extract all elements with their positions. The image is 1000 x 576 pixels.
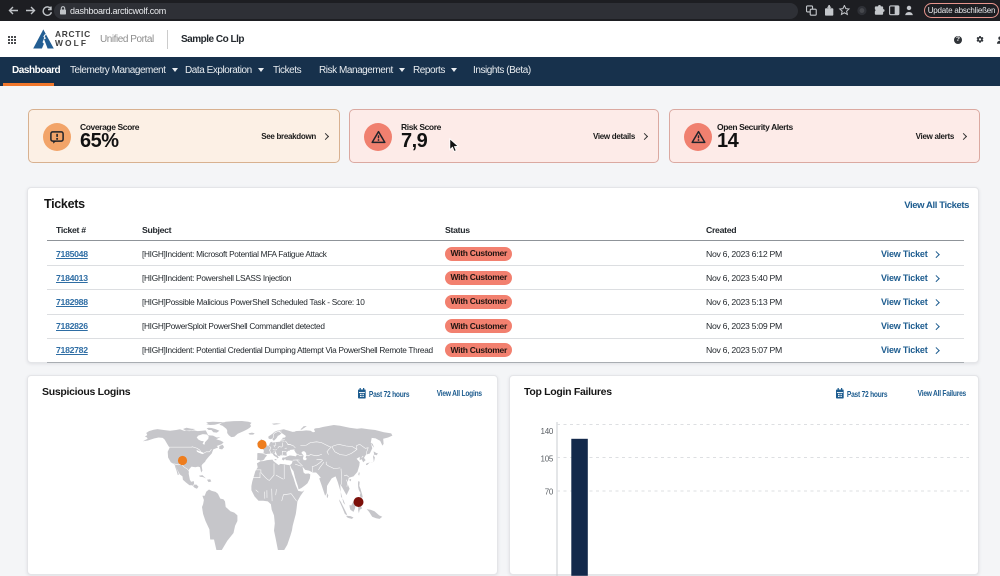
svg-text:105: 105 [541,454,554,463]
svg-text:70: 70 [545,488,554,497]
svg-text:140: 140 [541,427,554,436]
